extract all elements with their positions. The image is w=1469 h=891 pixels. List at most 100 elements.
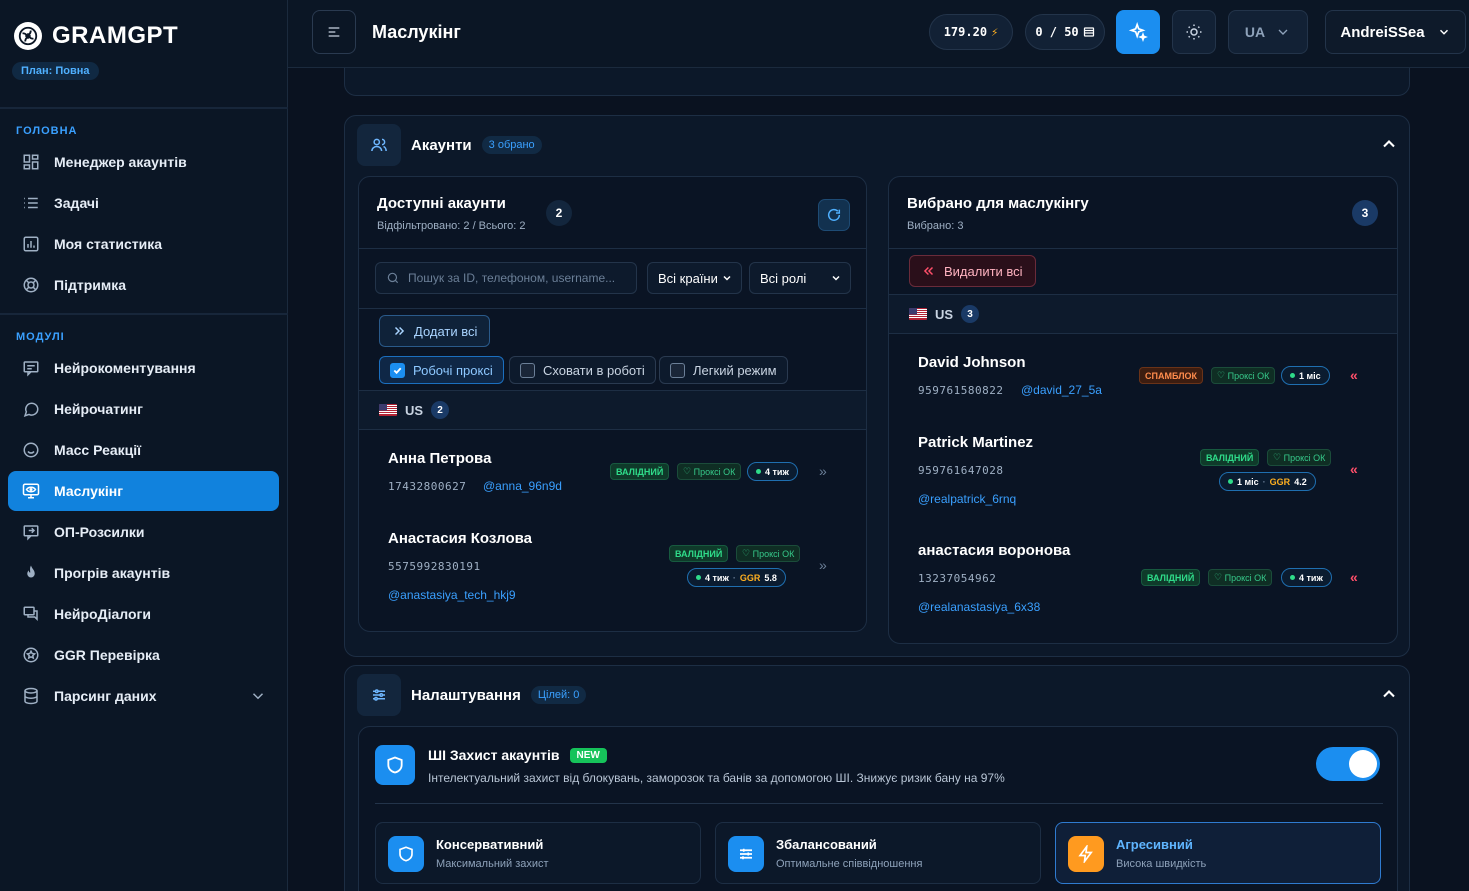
status-dot-icon xyxy=(1228,479,1233,484)
toggle-knob xyxy=(1349,750,1377,778)
sidebar-item-label: GGR Перевірка xyxy=(54,647,160,663)
move-right-icon[interactable]: » xyxy=(819,557,827,573)
double-chevron-left-icon xyxy=(923,266,934,276)
sun-icon xyxy=(1186,24,1202,40)
account-username[interactable]: @david_27_5a xyxy=(1021,383,1102,397)
menu-icon xyxy=(328,27,340,37)
account-username[interactable]: @anna_96n9d xyxy=(483,479,562,493)
sidebar-item-account-manager[interactable]: Менеджер акаунтів xyxy=(8,142,279,182)
checkbox-checked-icon[interactable] xyxy=(390,362,405,378)
remove-account-icon[interactable]: « xyxy=(1350,569,1358,585)
shield-small-icon: ♡ xyxy=(1273,452,1282,462)
shield-icon xyxy=(388,836,424,872)
filter-light-mode[interactable]: Легкий режим xyxy=(659,356,788,384)
sidebar-item-tasks[interactable]: Задачі xyxy=(8,183,279,223)
proxy-label: Проксі ОК xyxy=(693,466,736,477)
chevron-down-icon[interactable] xyxy=(249,687,267,708)
available-accounts-desc: Відфільтровано: 2 / Всього: 2 xyxy=(377,220,526,232)
ai-sparkle-button[interactable] xyxy=(1116,10,1160,54)
account-name: Анна Петрова xyxy=(388,450,492,467)
chart-icon xyxy=(22,235,40,253)
balance-pill[interactable]: 179.20 ⚡ xyxy=(929,14,1013,50)
accounts-panel: Акаунти 3 обрано Доступні акаунти Відфіл… xyxy=(344,115,1410,657)
sidebar-item-neurochat[interactable]: Нейрочатинг xyxy=(8,389,279,429)
selected-count-badge: 3 обрано xyxy=(481,136,542,154)
add-all-button[interactable]: Додати всі xyxy=(379,315,491,347)
menu-toggle-button[interactable] xyxy=(312,10,356,54)
sidebar-item-masslooking[interactable]: Маслукінг xyxy=(8,471,279,511)
account-phone: 959761580822 xyxy=(918,384,1004,397)
plan-badge: План: Повна xyxy=(12,62,99,80)
brand-logo-icon xyxy=(14,22,42,50)
send-icon xyxy=(22,523,40,541)
sidebar-item-label: Парсинг даних xyxy=(54,688,157,704)
age-badge: 1 міс xyxy=(1281,366,1330,385)
sidebar-item-label: Нейрочатинг xyxy=(54,401,143,417)
group-count: 2 xyxy=(431,401,450,419)
remove-account-icon[interactable]: « xyxy=(1350,367,1358,383)
chevron-down-icon xyxy=(1278,29,1288,35)
settings-header[interactable]: Налаштування Цілей: 0 xyxy=(357,674,587,716)
sidebar-item-neurocomments[interactable]: Нейрокоментування xyxy=(8,348,279,388)
country-group-us[interactable]: US 3 xyxy=(889,295,1397,333)
page-title: Маслукінг xyxy=(372,22,461,42)
account-search-field[interactable] xyxy=(375,262,637,294)
previous-section-panel xyxy=(344,68,1410,96)
theme-toggle-button[interactable] xyxy=(1172,10,1216,54)
checkbox-icon[interactable] xyxy=(520,362,535,378)
chevron-up-icon[interactable] xyxy=(1379,684,1399,709)
sidebar-item-warmup[interactable]: Прогрів акаунтів xyxy=(8,553,279,593)
country-select[interactable]: Всі країни xyxy=(647,262,742,294)
sidebar-item-label: Прогрів акаунтів xyxy=(54,565,171,581)
mode-aggressive-option[interactable]: Агресивний Висока швидкість xyxy=(1055,822,1381,884)
remove-all-button[interactable]: Видалити всі xyxy=(909,255,1036,287)
chevron-down-icon xyxy=(723,275,731,281)
lifebuoy-icon xyxy=(22,276,40,294)
refresh-button[interactable] xyxy=(818,199,850,231)
account-username[interactable]: @anastasiya_tech_hkj9 xyxy=(388,588,516,602)
ai-protection-toggle[interactable] xyxy=(1316,747,1380,781)
account-username[interactable]: @realpatrick_6rnq xyxy=(918,492,1016,506)
limits-pill[interactable]: 0 / 50 xyxy=(1025,14,1105,50)
sidebar-item-label: НейроДіалоги xyxy=(54,606,151,622)
sidebar-item-mass-reactions[interactable]: Масс Реакції xyxy=(8,430,279,470)
add-all-label: Додати всі xyxy=(414,323,478,339)
chevron-up-icon[interactable] xyxy=(1379,134,1399,159)
account-search-input[interactable] xyxy=(408,271,628,285)
filter-hide-in-work-label: Сховати в роботі xyxy=(543,362,645,378)
ggr-value: 5.8 xyxy=(764,572,777,583)
language-select[interactable]: UA xyxy=(1228,10,1308,54)
checkbox-icon[interactable] xyxy=(670,362,685,378)
role-select[interactable]: Всі ролі xyxy=(749,262,851,294)
account-username[interactable]: @realanastasiya_6x38 xyxy=(918,600,1040,614)
sidebar-item-op-mailing[interactable]: ОП-Розсилки xyxy=(8,512,279,552)
brand[interactable]: GRAMGPT xyxy=(14,22,178,50)
sidebar-item-label: Моя статистика xyxy=(54,236,163,252)
sidebar-item-support[interactable]: Підтримка xyxy=(8,265,279,305)
database-icon xyxy=(22,687,40,705)
mode-conservative-option[interactable]: Консервативний Максимальний захист xyxy=(375,822,701,884)
monitor-eye-icon xyxy=(22,482,40,500)
status-badge: ВАЛІДНИЙ xyxy=(669,545,729,562)
sidebar-item-stats[interactable]: Моя статистика xyxy=(8,224,279,264)
move-right-icon[interactable]: » xyxy=(819,463,827,479)
mode-balanced-option[interactable]: Збалансований Оптимальне співвідношення xyxy=(715,822,1041,884)
filter-working-proxy-label: Робочі проксі xyxy=(413,362,493,378)
filter-working-proxy[interactable]: Робочі проксі xyxy=(379,356,504,384)
chat-bubble-icon xyxy=(22,400,40,418)
sidebar-item-data-parsing[interactable]: Парсинг даних xyxy=(8,676,279,716)
country-group-us[interactable]: US 2 xyxy=(359,391,866,429)
sidebar-item-ggr-check[interactable]: GGR Перевірка xyxy=(8,635,279,675)
mode-title: Консервативний xyxy=(436,837,544,852)
sidebar-divider xyxy=(0,107,288,109)
language-value: UA xyxy=(1244,24,1266,40)
user-menu-button[interactable]: AndreiSSea xyxy=(1325,10,1466,54)
divider xyxy=(889,248,1397,249)
sidebar-item-neurodialogs[interactable]: НейроДіалоги xyxy=(8,594,279,634)
double-chevron-right-icon xyxy=(394,326,405,336)
remove-account-icon[interactable]: « xyxy=(1350,461,1358,477)
age-ggr-badge: 4 тиж · GGR 5.8 xyxy=(687,568,786,587)
filter-hide-in-work[interactable]: Сховати в роботі xyxy=(509,356,656,384)
sidebar-divider xyxy=(0,313,288,315)
accounts-header[interactable]: Акаунти 3 обрано xyxy=(357,124,542,166)
